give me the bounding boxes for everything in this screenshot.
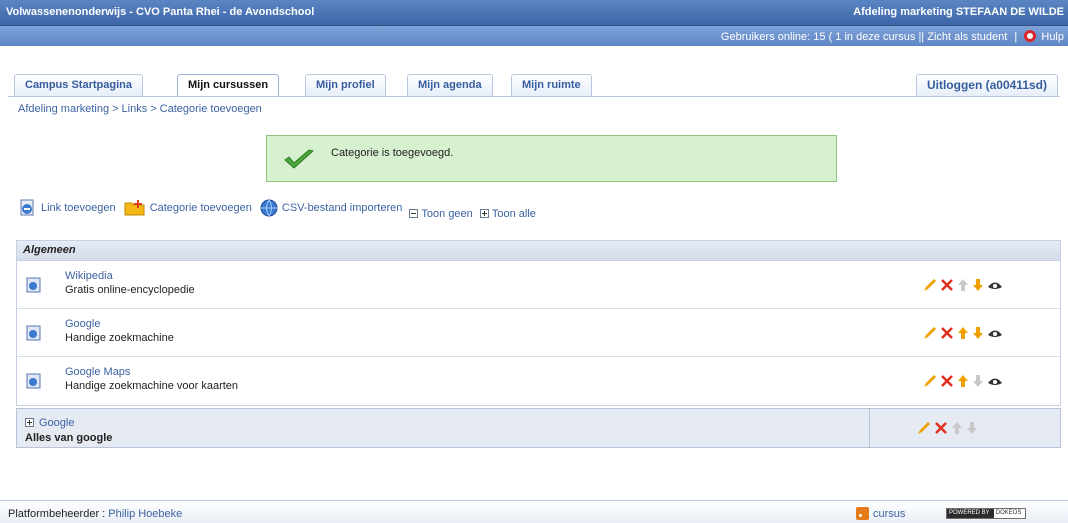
edit-icon[interactable]	[917, 421, 931, 435]
confirmation-text: Categorie is toegevoegd.	[331, 147, 454, 159]
checkmark-icon	[284, 149, 315, 169]
online-users-info: Gebruikers online: 15 ( 1 in deze cursus…	[721, 30, 1064, 43]
delete-icon[interactable]	[940, 278, 954, 292]
link-description: Handige zoekmachine	[65, 332, 174, 344]
link-actions	[923, 277, 1006, 293]
import-csv-label[interactable]: CSV-bestand importeren	[282, 202, 402, 214]
add-category-label[interactable]: Categorie toevoegen	[150, 202, 252, 214]
subcategory-info: Google Alles van google	[17, 409, 870, 447]
online-label[interactable]: Gebruikers online:	[721, 31, 810, 43]
move-up-icon	[952, 422, 962, 434]
link-title[interactable]: Google	[65, 318, 100, 330]
add-link-icon	[20, 199, 34, 216]
link-actions	[923, 325, 1006, 341]
visibility-icon[interactable]	[987, 374, 1003, 388]
powered-by-badge[interactable]: POWERED BY DOKEOS	[946, 508, 1026, 519]
visibility-icon[interactable]	[987, 278, 1003, 292]
breadcrumb: Afdeling marketing > Links > Categorie toevo…	[18, 103, 262, 115]
link-row: Wikipedia Gratis online-encyclopedie	[17, 261, 1060, 309]
visibility-icon[interactable]	[987, 326, 1003, 340]
logout-button[interactable]: Uitloggen (a00411sd)	[915, 74, 1058, 96]
move-down-icon[interactable]	[972, 326, 984, 340]
add-link-label[interactable]: Link toevoegen	[41, 202, 116, 214]
admin-name-link[interactable]: Philip Hoebeke	[108, 508, 182, 520]
category-table: Algemeen Wikipedia Gratis online-encyclo…	[16, 240, 1061, 406]
category-header: Algemeen	[17, 241, 1060, 261]
tab-mijn-cursussen[interactable]: Mijn cursussen	[177, 74, 280, 96]
move-up-icon	[958, 279, 968, 291]
breadcrumb-links[interactable]: Links	[122, 103, 148, 115]
subcategory-google: Google Alles van google	[16, 408, 1061, 448]
show-none-label[interactable]: Toon geen	[421, 208, 472, 220]
show-none-action[interactable]: Toon geen	[409, 208, 473, 220]
link-row: Google Maps Handige zoekmachine voor kaa…	[17, 357, 1060, 405]
link-description: Gratis online-encyclopedie	[65, 284, 195, 296]
powered-by-label: POWERED BY	[947, 509, 994, 518]
globe-import-icon	[260, 199, 278, 217]
footer: Platformbeheerder : Philip Hoebeke cursu…	[0, 500, 1068, 523]
show-all-label[interactable]: Toon alle	[492, 208, 536, 220]
add-category-action[interactable]: Categorie toevoegen	[123, 198, 252, 218]
help-icon[interactable]	[1024, 30, 1037, 42]
delete-icon[interactable]	[934, 421, 948, 435]
rss-icon	[856, 507, 869, 520]
expand-all-icon	[479, 209, 489, 218]
move-up-icon[interactable]	[957, 326, 969, 340]
powered-by-brand: DOKEOS	[995, 510, 1022, 516]
collapse-all-icon	[409, 209, 419, 218]
link-row: Google Handige zoekmachine	[17, 309, 1060, 357]
edit-icon[interactable]	[923, 326, 937, 340]
top-header-bar: Volwassenenonderwijs - CVO Panta Rhei - …	[0, 0, 1068, 26]
link-title[interactable]: Google Maps	[65, 366, 130, 378]
link-actions	[923, 373, 1006, 389]
subcategory-description: Alles van google	[25, 432, 113, 444]
online-users-bar: Gebruikers online: 15 ( 1 in deze cursus…	[0, 26, 1068, 46]
online-count[interactable]: 15	[813, 31, 825, 43]
expand-icon[interactable]	[25, 418, 34, 427]
show-all-action[interactable]: Toon alle	[479, 208, 536, 220]
link-title[interactable]: Wikipedia	[65, 270, 113, 282]
delete-icon[interactable]	[940, 326, 954, 340]
web-link-icon	[26, 373, 41, 389]
in-course-count[interactable]: ( 1 in deze cursus	[829, 31, 916, 43]
rss-label[interactable]: cursus	[873, 508, 905, 520]
breadcrumb-current[interactable]: Categorie toevoegen	[160, 103, 262, 115]
move-down-icon[interactable]	[972, 278, 984, 292]
tab-bar-divider	[8, 96, 1060, 97]
web-link-icon	[26, 277, 41, 293]
tab-campus-startpagina[interactable]: Campus Startpagina	[14, 74, 143, 96]
tab-mijn-profiel[interactable]: Mijn profiel	[305, 74, 386, 96]
subcategory-title[interactable]: Google	[39, 417, 74, 429]
view-as-student-link[interactable]: || Zicht als student	[918, 31, 1007, 43]
link-description: Handige zoekmachine voor kaarten	[65, 380, 239, 392]
help-link[interactable]: Hulp	[1041, 31, 1064, 43]
tab-mijn-agenda[interactable]: Mijn agenda	[407, 74, 493, 96]
edit-icon[interactable]	[923, 374, 937, 388]
import-csv-action[interactable]: CSV-bestand importeren	[259, 198, 402, 218]
links-toolbar: Link toevoegen Categorie toevoegen CSV-b…	[18, 198, 540, 222]
subcategory-actions	[917, 421, 981, 435]
folder-add-icon	[124, 200, 145, 216]
admin-label: Platformbeheerder :	[8, 508, 106, 520]
delete-icon[interactable]	[940, 374, 954, 388]
edit-icon[interactable]	[923, 278, 937, 292]
move-down-icon	[967, 422, 977, 434]
add-link-action[interactable]: Link toevoegen	[18, 198, 116, 218]
breadcrumb-department[interactable]: Afdeling marketing	[18, 103, 109, 115]
breadcrumb-separator: >	[150, 103, 157, 115]
breadcrumb-separator: >	[112, 103, 119, 115]
tab-mijn-ruimte[interactable]: Mijn ruimte	[511, 74, 592, 96]
site-title[interactable]: Volwassenenonderwijs - CVO Panta Rhei - …	[6, 6, 314, 18]
move-down-icon	[973, 375, 983, 387]
department-user-label[interactable]: Afdeling marketing STEFAAN DE WILDE	[853, 6, 1064, 18]
separator: |	[1014, 31, 1018, 43]
move-up-icon[interactable]	[957, 374, 969, 388]
platform-admin: Platformbeheerder : Philip Hoebeke	[8, 508, 182, 520]
web-link-icon	[26, 325, 41, 341]
rss-course-link[interactable]: cursus	[856, 507, 905, 520]
confirmation-message-box: Categorie is toegevoegd.	[266, 135, 837, 182]
